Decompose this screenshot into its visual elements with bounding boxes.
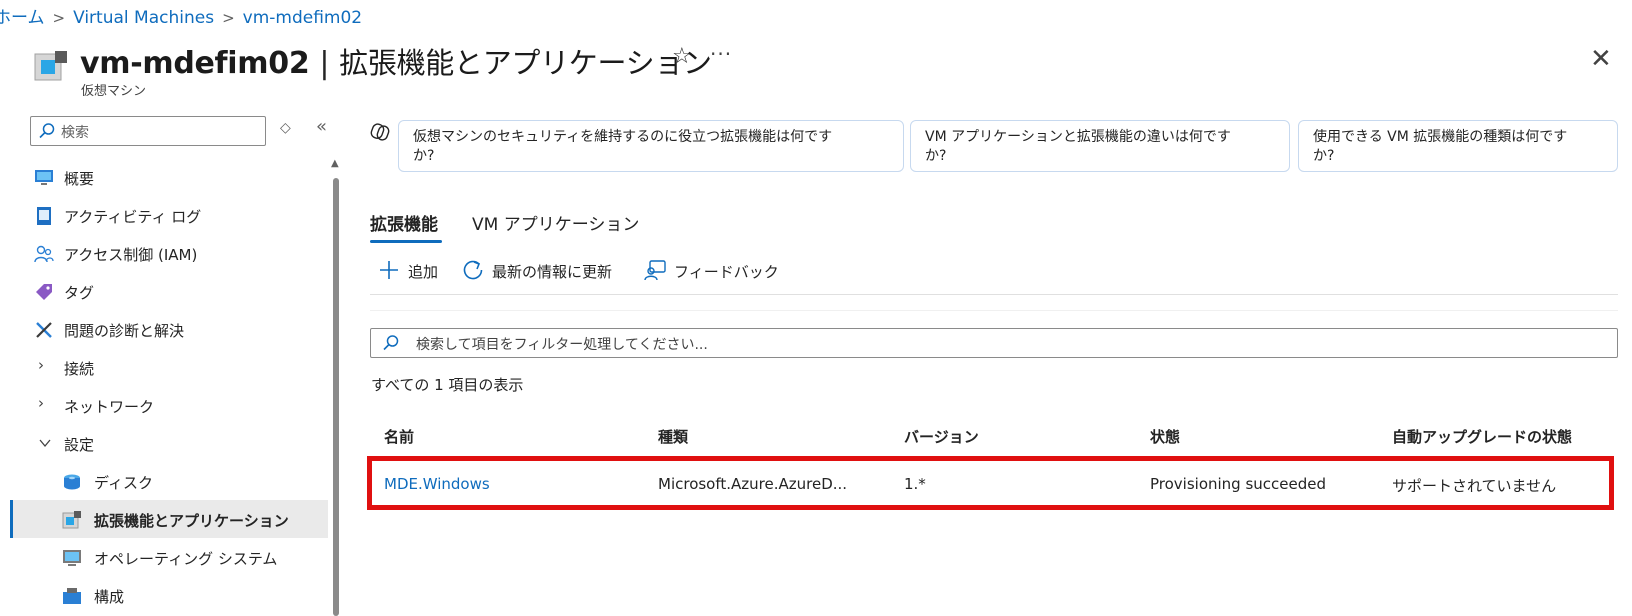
breadcrumb: ホーム > Virtual Machines > vm-mdefim02 <box>0 3 362 28</box>
feedback-label: フィードバック <box>674 263 779 281</box>
breadcrumb-separator: > <box>222 9 235 27</box>
search-icon <box>383 335 399 351</box>
feedback-icon <box>644 260 666 281</box>
sidebar-item-label: 設定 <box>64 436 95 454</box>
sidebar-item-label: 拡張機能とアプリケーション <box>94 512 289 530</box>
page-subtitle-title: 拡張機能とアプリケーション <box>339 46 712 80</box>
sidebar-item-label: ネットワーク <box>64 398 155 416</box>
more-options-icon[interactable]: ··· <box>710 42 732 66</box>
breadcrumb-separator: > <box>52 9 66 27</box>
chevron-right-icon: › <box>38 356 44 374</box>
wrench-icon <box>36 322 52 338</box>
sidebar-item-iam[interactable]: アクセス制御 (IAM) <box>10 234 328 272</box>
title-separator: | <box>319 46 330 81</box>
column-header-status[interactable]: 状態 <box>1150 426 1180 447</box>
add-label: 追加 <box>408 263 439 281</box>
sidebar-item-extensions[interactable]: 拡張機能とアプリケーション <box>10 500 328 538</box>
toolbar-divider <box>370 310 1618 311</box>
log-icon <box>37 207 51 225</box>
column-header-type[interactable]: 種類 <box>658 426 688 447</box>
refresh-icon <box>463 260 483 280</box>
copilot-icon <box>370 123 390 141</box>
sidebar-item-label: 概要 <box>64 170 95 188</box>
result-count: すべての 1 項目の表示 <box>371 376 524 394</box>
breadcrumb-virtual-machines[interactable]: Virtual Machines <box>73 8 214 28</box>
search-icon <box>39 123 55 139</box>
copilot-suggestion-chip[interactable]: 仮想マシンのセキュリティを維持するのに役立つ拡張機能は何です か? <box>398 120 904 172</box>
sidebar-item-settings[interactable]: 設定 <box>10 424 328 462</box>
toolbar-divider <box>370 294 1618 295</box>
tag-icon <box>36 284 52 300</box>
sidebar-item-label: 構成 <box>94 588 125 606</box>
refresh-label: 最新の情報に更新 <box>492 263 613 281</box>
sidebar-item-connect[interactable]: › 接続 <box>10 348 328 386</box>
sidebar-item-label: タグ <box>64 284 95 302</box>
sidebar-item-label: 接続 <box>64 360 95 378</box>
collapse-sidebar-icon[interactable]: « <box>316 116 327 137</box>
suggestion-text: 仮想マシンのセキュリティを維持するのに役立つ拡張機能は何です か? <box>413 129 833 164</box>
sidebar-item-tags[interactable]: タグ <box>10 272 328 310</box>
chevron-right-icon: › <box>38 394 44 412</box>
breadcrumb-vm[interactable]: vm-mdefim02 <box>243 8 362 28</box>
active-tab-indicator <box>370 240 442 243</box>
feedback-button[interactable]: フィードバック <box>644 258 794 284</box>
suggestion-text: VM アプリケーションと拡張機能の違いは何です か? <box>925 129 1231 164</box>
sidebar-item-configuration[interactable]: 構成 <box>10 576 328 614</box>
suggestion-text: 使用できる VM 拡張機能の種類は何です か? <box>1313 129 1568 164</box>
scroll-up-icon[interactable]: ▲ <box>331 158 339 169</box>
add-button[interactable]: 追加 <box>378 258 450 284</box>
breadcrumb-home[interactable]: ホーム <box>0 8 45 28</box>
copilot-suggestion-chip[interactable]: VM アプリケーションと拡張機能の違いは何です か? <box>910 120 1290 172</box>
sidebar-search-input[interactable]: 検索 <box>30 116 266 146</box>
page-title: vm-mdefim02 | 拡張機能とアプリケーション <box>80 40 712 82</box>
refresh-button[interactable]: 最新の情報に更新 <box>462 258 628 284</box>
plus-icon <box>380 261 398 279</box>
people-icon <box>34 245 54 263</box>
sidebar-item-os[interactable]: オペレーティング システム <box>10 538 328 576</box>
config-icon <box>63 588 81 604</box>
sidebar-scrollbar[interactable]: ▲ <box>331 158 341 616</box>
monitor-icon <box>35 170 53 185</box>
column-header-auto-upgrade[interactable]: 自動アップグレードの状態 <box>1392 426 1572 447</box>
disk-icon <box>64 474 80 490</box>
close-icon[interactable]: ✕ <box>1590 44 1612 74</box>
column-header-version[interactable]: バージョン <box>904 426 979 447</box>
filter-placeholder: 検索して項目をフィルター処理してください... <box>416 337 708 353</box>
tab-extensions[interactable]: 拡張機能 <box>370 210 438 235</box>
sidebar-search-placeholder: 検索 <box>61 125 89 141</box>
sidebar-item-activity-log[interactable]: アクティビティ ログ <box>10 196 328 234</box>
filter-search-input[interactable]: 検索して項目をフィルター処理してください... <box>370 328 1618 358</box>
sidebar-item-label: アクセス制御 (IAM) <box>64 246 198 264</box>
sort-icon[interactable]: ◇ <box>280 120 291 136</box>
vm-extensions-icon <box>34 51 67 81</box>
extensions-icon <box>62 511 81 529</box>
vm-name: vm-mdefim02 <box>80 46 310 81</box>
chevron-down-icon <box>39 439 51 448</box>
sidebar-item-label: アクティビティ ログ <box>64 208 202 226</box>
sidebar-item-label: 問題の診断と解決 <box>64 322 185 340</box>
scroll-thumb[interactable] <box>333 178 339 616</box>
tab-vm-applications[interactable]: VM アプリケーション <box>472 210 639 235</box>
copilot-suggestion-chip[interactable]: 使用できる VM 拡張機能の種類は何です か? <box>1298 120 1618 172</box>
sidebar-item-label: オペレーティング システム <box>94 550 278 568</box>
red-highlight-box <box>367 456 1614 510</box>
sidebar-item-overview[interactable]: 概要 <box>10 158 328 196</box>
sidebar-item-label: ディスク <box>94 474 153 492</box>
column-header-name[interactable]: 名前 <box>384 426 414 447</box>
sidebar-item-network[interactable]: › ネットワーク <box>10 386 328 424</box>
sidebar-item-diagnose[interactable]: 問題の診断と解決 <box>10 310 328 348</box>
os-icon <box>63 550 81 566</box>
sidebar-item-disks[interactable]: ディスク <box>10 462 328 500</box>
favorite-star-icon[interactable]: ☆ <box>672 44 692 69</box>
page-header: vm-mdefim02 | 拡張機能とアプリケーション 仮想マシン ☆ ··· ✕ <box>34 36 1632 99</box>
resource-type: 仮想マシン <box>81 84 147 99</box>
